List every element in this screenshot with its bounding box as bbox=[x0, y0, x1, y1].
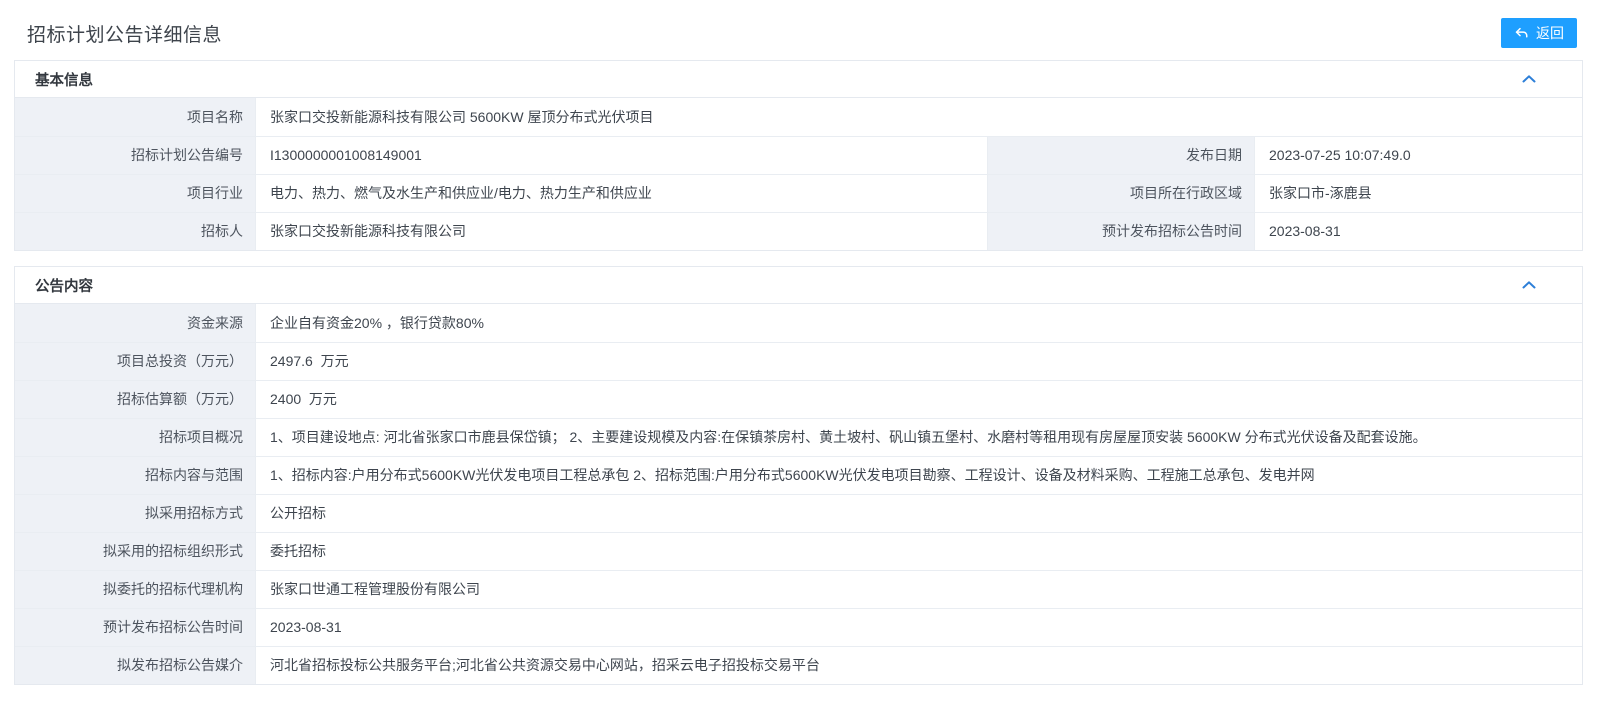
basic-info-collapse-button[interactable] bbox=[1518, 71, 1540, 88]
basic-info-title: 基本信息 bbox=[35, 69, 93, 90]
basic-info-panel: 基本信息 项目名称 张家口交投新能源科技有限公司 5600KW 屋顶分布式光伏项… bbox=[14, 60, 1583, 251]
info-row: 拟发布招标公告媒介 河北省招标投标公共服务平台;河北省公共资源交易中心网站，招采… bbox=[15, 646, 1582, 684]
announcement-collapse-button[interactable] bbox=[1518, 277, 1540, 294]
field-label: 招标计划公告编号 bbox=[15, 136, 255, 174]
info-row: 项目行业 电力、热力、燃气及水生产和供应业/电力、热力生产和供应业 项目所在行政… bbox=[15, 174, 1582, 212]
field-value: I1300000001008149001 bbox=[255, 136, 987, 174]
field-label: 资金来源 bbox=[15, 304, 255, 342]
field-label: 项目行业 bbox=[15, 174, 255, 212]
info-row: 招标人 张家口交投新能源科技有限公司 预计发布招标公告时间 2023-08-31 bbox=[15, 212, 1582, 250]
field-label: 预计发布招标公告时间 bbox=[15, 608, 255, 646]
announcement-title: 公告内容 bbox=[35, 275, 93, 296]
field-value: 张家口世通工程管理股份有限公司 bbox=[255, 570, 1582, 608]
field-label: 项目总投资（万元） bbox=[15, 342, 255, 380]
field-value: 企业自有资金20% ，银行贷款80% bbox=[255, 304, 1582, 342]
chevron-up-icon bbox=[1522, 278, 1536, 293]
field-value: 2400 万元 bbox=[255, 380, 1582, 418]
page-header: 招标计划公告详细信息 返回 bbox=[0, 0, 1597, 60]
field-value: 2023-07-25 10:07:49.0 bbox=[1254, 136, 1582, 174]
basic-info-header: 基本信息 bbox=[15, 61, 1582, 98]
chevron-up-icon bbox=[1522, 72, 1536, 87]
field-value: 2497.6 万元 bbox=[255, 342, 1582, 380]
field-label: 拟委托的招标代理机构 bbox=[15, 570, 255, 608]
field-value: 2023-08-31 bbox=[1254, 212, 1582, 250]
field-value: 公开招标 bbox=[255, 494, 1582, 532]
back-button[interactable]: 返回 bbox=[1501, 18, 1577, 48]
field-label: 招标内容与范围 bbox=[15, 456, 255, 494]
field-value: 张家口交投新能源科技有限公司 bbox=[255, 212, 987, 250]
announcement-panel: 公告内容 资金来源 企业自有资金20% ，银行贷款80% 项目总投资（万元） 2… bbox=[14, 266, 1583, 685]
announcement-header: 公告内容 bbox=[15, 267, 1582, 304]
page-title: 招标计划公告详细信息 bbox=[27, 20, 222, 47]
info-row: 预计发布招标公告时间 2023-08-31 bbox=[15, 608, 1582, 646]
field-label: 招标估算额（万元） bbox=[15, 380, 255, 418]
info-row: 项目总投资（万元） 2497.6 万元 bbox=[15, 342, 1582, 380]
field-label: 招标人 bbox=[15, 212, 255, 250]
field-value: 2023-08-31 bbox=[255, 608, 1582, 646]
return-arrow-icon bbox=[1514, 26, 1529, 40]
info-row: 资金来源 企业自有资金20% ，银行贷款80% bbox=[15, 304, 1582, 342]
info-row: 招标计划公告编号 I1300000001008149001 发布日期 2023-… bbox=[15, 136, 1582, 174]
info-row: 招标项目概况 1、项目建设地点: 河北省张家口市鹿县保岱镇； 2、主要建设规模及… bbox=[15, 418, 1582, 456]
field-label: 发布日期 bbox=[987, 136, 1254, 174]
field-value: 1、项目建设地点: 河北省张家口市鹿县保岱镇； 2、主要建设规模及内容:在保镇茶… bbox=[255, 418, 1582, 456]
field-label: 拟采用招标方式 bbox=[15, 494, 255, 532]
field-label: 项目所在行政区域 bbox=[987, 174, 1254, 212]
info-row: 拟委托的招标代理机构 张家口世通工程管理股份有限公司 bbox=[15, 570, 1582, 608]
field-label: 招标项目概况 bbox=[15, 418, 255, 456]
field-label: 预计发布招标公告时间 bbox=[987, 212, 1254, 250]
field-label: 拟发布招标公告媒介 bbox=[15, 646, 255, 684]
back-button-label: 返回 bbox=[1536, 23, 1564, 43]
field-value: 河北省招标投标公共服务平台;河北省公共资源交易中心网站，招采云电子招投标交易平台 bbox=[255, 646, 1582, 684]
field-label: 项目名称 bbox=[15, 98, 255, 136]
info-row: 招标估算额（万元） 2400 万元 bbox=[15, 380, 1582, 418]
field-value: 张家口市-涿鹿县 bbox=[1254, 174, 1582, 212]
field-value: 电力、热力、燃气及水生产和供应业/电力、热力生产和供应业 bbox=[255, 174, 987, 212]
field-value: 1、招标内容:户用分布式5600KW光伏发电项目工程总承包 2、招标范围:户用分… bbox=[255, 456, 1582, 494]
field-label: 拟采用的招标组织形式 bbox=[15, 532, 255, 570]
info-row: 拟采用的招标组织形式 委托招标 bbox=[15, 532, 1582, 570]
field-value: 张家口交投新能源科技有限公司 5600KW 屋顶分布式光伏项目 bbox=[255, 98, 1582, 136]
info-row: 拟采用招标方式 公开招标 bbox=[15, 494, 1582, 532]
info-row: 项目名称 张家口交投新能源科技有限公司 5600KW 屋顶分布式光伏项目 bbox=[15, 98, 1582, 136]
info-row: 招标内容与范围 1、招标内容:户用分布式5600KW光伏发电项目工程总承包 2、… bbox=[15, 456, 1582, 494]
field-value: 委托招标 bbox=[255, 532, 1582, 570]
